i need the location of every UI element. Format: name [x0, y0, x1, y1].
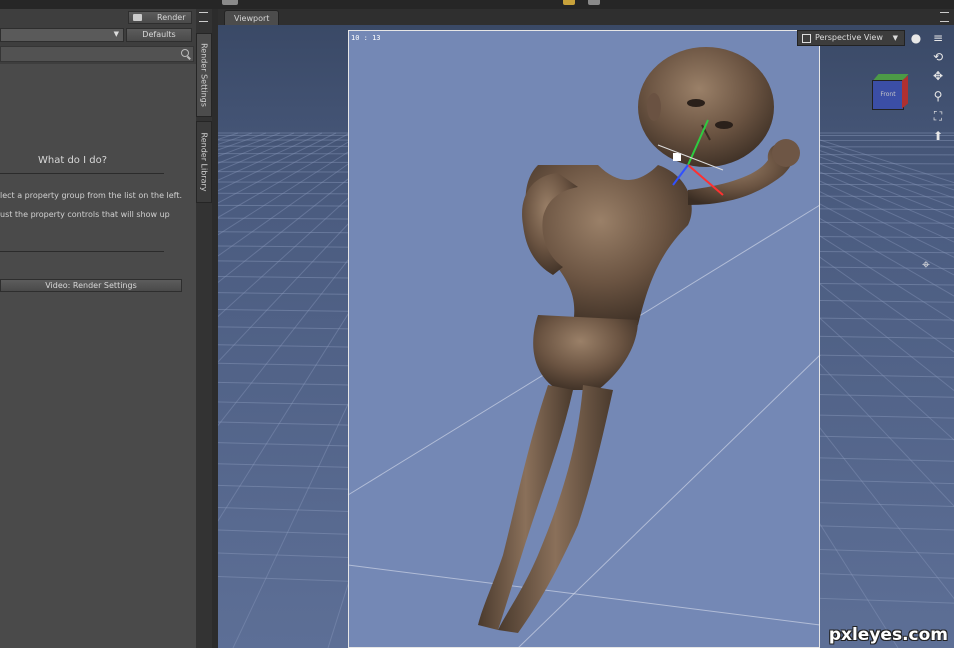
pan-icon[interactable]: ✥ [930, 69, 946, 83]
tab-render-library[interactable]: Render Library [196, 121, 212, 203]
search-icon-handle [187, 55, 191, 60]
menu-icon[interactable] [199, 12, 208, 22]
view-layout-icon [802, 34, 811, 43]
side-tab-strip: Render Settings Render Library [196, 9, 212, 648]
perspective-view-dropdown[interactable]: Perspective View ▼ [797, 30, 905, 46]
render-button[interactable]: Render [128, 11, 192, 24]
view-cube[interactable]: Front [868, 70, 910, 112]
search-input[interactable] [0, 46, 194, 62]
help-title: What do I do? [38, 155, 107, 166]
render-row: Render [0, 9, 196, 26]
perspective-view-label: Perspective View [815, 33, 883, 42]
defaults-button[interactable]: Defaults [126, 28, 192, 42]
render-button-label: Render [157, 13, 186, 22]
tab-render-library-label: Render Library [199, 132, 209, 192]
top-toolbar [0, 0, 954, 9]
tab-viewport[interactable]: Viewport [224, 10, 280, 26]
help-text-line: ust the property controls that will show… [0, 210, 170, 219]
tab-render-settings[interactable]: Render Settings [196, 33, 212, 117]
chevron-down-icon: ▼ [113, 30, 119, 38]
menu-icon[interactable]: ≡ [930, 31, 946, 45]
watermark: pxleyes.com [828, 625, 948, 645]
frame-icon[interactable]: ⛶ [930, 109, 946, 123]
toolbar-icon[interactable] [588, 0, 600, 5]
tab-render-settings-label: Render Settings [199, 43, 209, 107]
cube-side [902, 75, 908, 109]
zoom-icon[interactable]: ⚲ [930, 89, 946, 103]
viewport-header: Viewport [218, 9, 954, 26]
chevron-down-icon: ▼ [892, 34, 898, 42]
video-render-settings-button[interactable]: Video: Render Settings [0, 279, 182, 292]
preset-dropdown[interactable]: ▼ [0, 28, 124, 42]
menu-icon[interactable] [940, 12, 949, 22]
camera-icon [133, 14, 142, 21]
search-row [0, 44, 196, 64]
figure-model[interactable] [218, 25, 954, 648]
reset-view-icon[interactable]: ⬆ [930, 129, 946, 143]
orbit-icon[interactable]: ⟲ [930, 50, 946, 64]
divider [0, 173, 164, 174]
shading-sphere-icon[interactable]: ● [908, 31, 924, 45]
preset-row: ▼ Defaults [0, 26, 196, 44]
toolbar-icon[interactable] [222, 0, 238, 5]
help-text-line: lect a property group from the list on t… [0, 191, 183, 200]
divider [0, 251, 164, 252]
3d-viewport[interactable]: 10 : 13 Perspective View ▼ ● ≡ ⟲ ✥ ⚲ ⛶ ⬆… [218, 25, 954, 648]
pointer-icon[interactable]: ⌖ [918, 258, 934, 272]
cube-face-label: Front [872, 80, 904, 110]
render-settings-panel: Render ▼ Defaults What do I do? lect a p… [0, 9, 196, 648]
toolbar-icon[interactable] [563, 0, 575, 5]
